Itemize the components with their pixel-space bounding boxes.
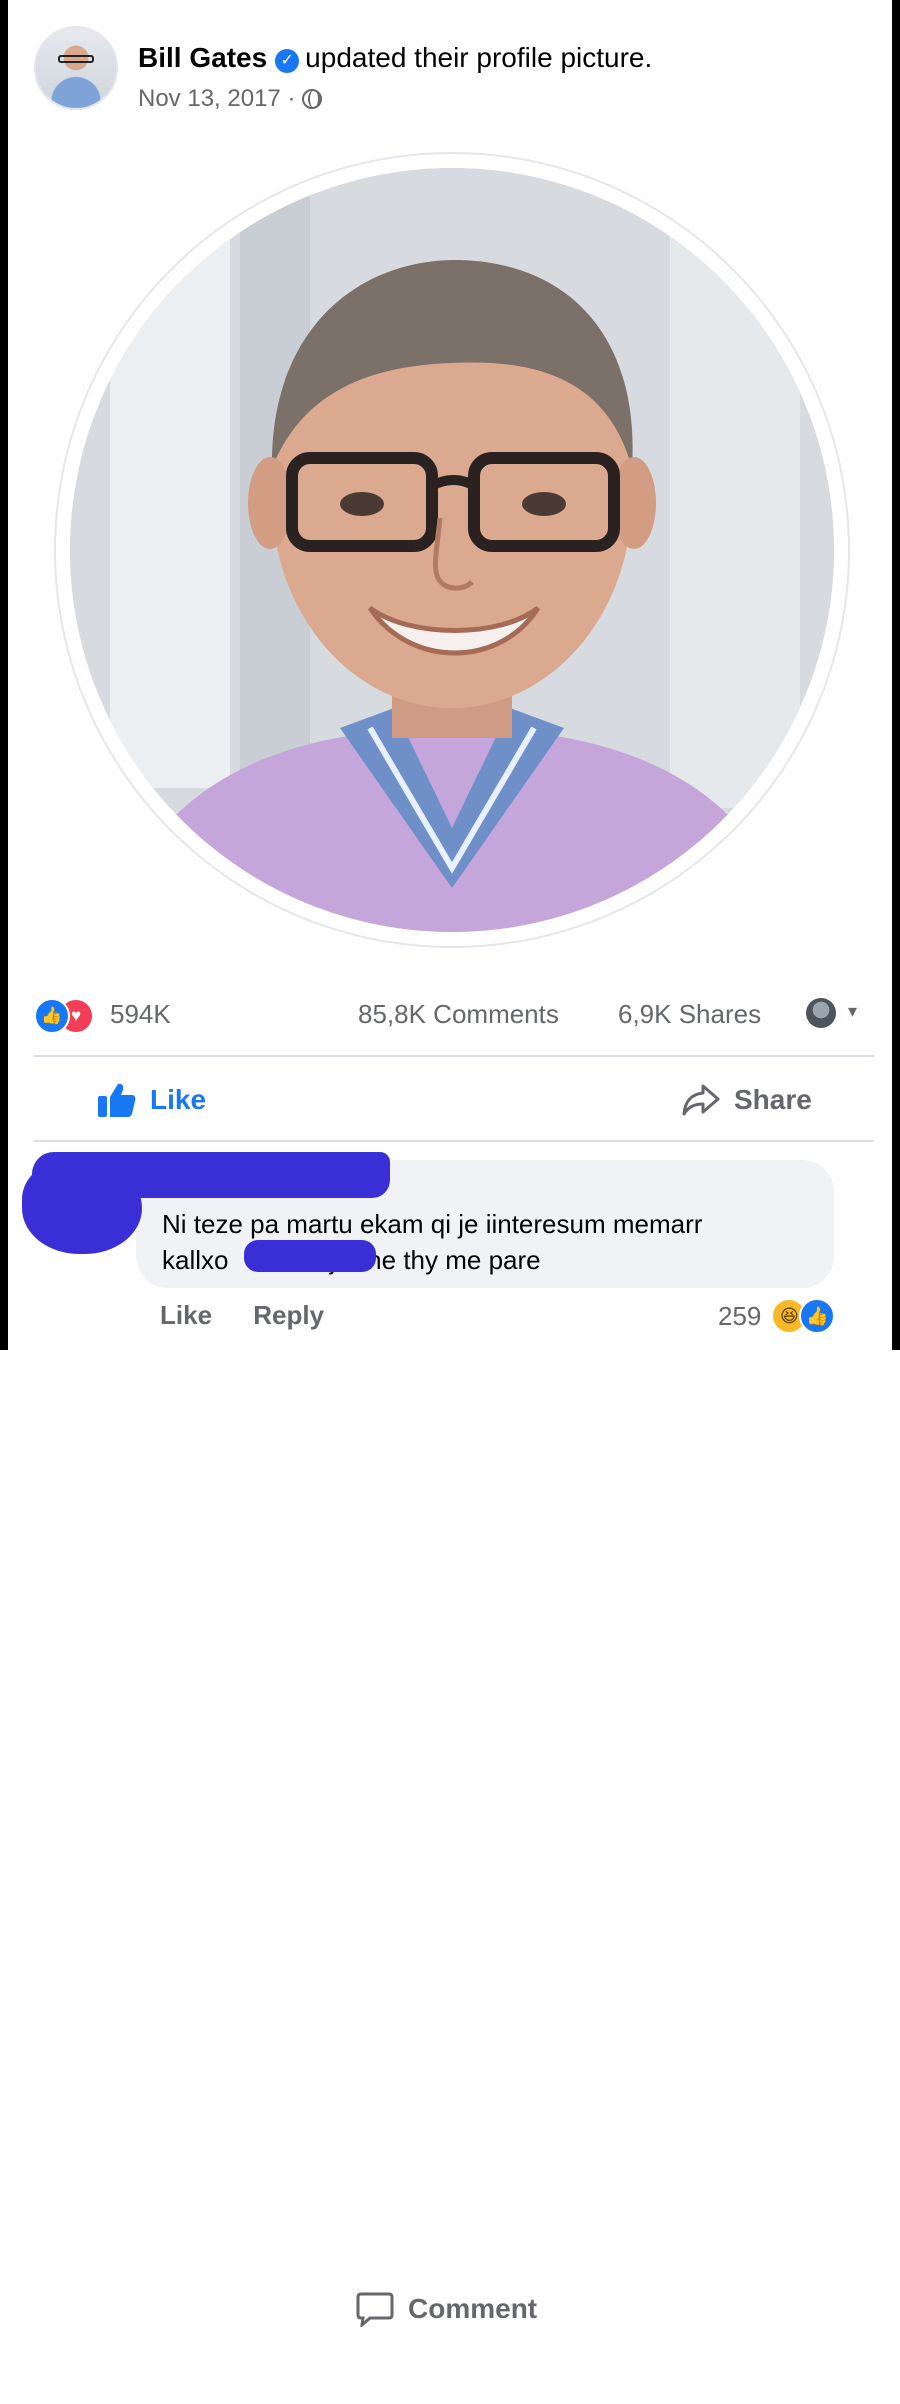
redacted-commenter-name[interactable] <box>32 1152 390 1198</box>
comment-reactions[interactable]: 259 😆 👍 <box>718 1298 836 1334</box>
stats-divider <box>34 1055 874 1057</box>
post-action-bar: Like Comment Share <box>34 1062 874 2327</box>
author-name[interactable]: Bill Gates <box>138 42 267 73</box>
like-reaction-icon: 👍 <box>34 998 70 1034</box>
audience-avatar-icon[interactable] <box>806 998 836 1028</box>
comments-count[interactable]: 85,8K Comments <box>358 999 559 1030</box>
share-arrow-icon <box>682 1084 720 1116</box>
profile-picture[interactable] <box>70 168 834 932</box>
comment-reaction-count: 259 <box>718 1300 762 1331</box>
actions-divider <box>34 1140 874 1142</box>
avatar-glasses-detail <box>58 55 94 63</box>
comment-button[interactable]: Comment <box>356 2214 900 2404</box>
post-stats: 👍 ♥ 594K 85,8K Comments 6,9K Shares ▾ <box>34 995 870 1035</box>
left-frame-border <box>0 0 8 1350</box>
redacted-comment-fragment <box>244 1240 376 1272</box>
post-title-line: Bill Gates ✓ updated their profile picture… <box>138 42 652 74</box>
globe-icon[interactable] <box>302 89 323 109</box>
post-action-text: updated their profile picture. <box>305 42 653 73</box>
post-meta: Nov 13, 2017 · <box>138 85 323 113</box>
comment-item: Ni teze pa martu ekam qi je iinteresum m… <box>22 1152 862 1342</box>
like-button[interactable]: Like <box>98 1062 206 1138</box>
post-date[interactable]: Nov 13, 2017 <box>138 85 281 112</box>
reaction-icons[interactable]: 👍 ♥ <box>34 998 106 1034</box>
verified-badge-icon: ✓ <box>275 49 300 73</box>
post-header: Bill Gates ✓ updated their profile picture… <box>34 26 854 121</box>
comment-text-line-1: Ni teze pa martu ekam qi je iinteresum m… <box>162 1209 703 1239</box>
shares-count[interactable]: 6,9K Shares <box>618 999 761 1030</box>
like-reaction-icon: 👍 <box>799 1298 836 1334</box>
comment-like-button[interactable]: Like <box>160 1300 212 1330</box>
comment-actions: Like Reply <box>160 1300 358 1331</box>
author-avatar[interactable] <box>34 26 118 110</box>
right-frame-border <box>892 0 900 1350</box>
share-button[interactable]: Share <box>682 1062 812 1138</box>
comment-button-label: Comment <box>408 2293 538 2324</box>
reaction-count[interactable]: 594K <box>110 999 171 1030</box>
like-button-label: Like <box>150 1084 207 1115</box>
share-button-label: Share <box>734 1084 812 1115</box>
comment-reply-button[interactable]: Reply <box>253 1300 324 1330</box>
meta-separator: · <box>287 85 296 112</box>
speech-bubble-icon <box>356 2292 394 2327</box>
thumbs-up-icon <box>98 1083 136 1117</box>
chevron-down-icon[interactable]: ▾ <box>848 1001 857 1022</box>
